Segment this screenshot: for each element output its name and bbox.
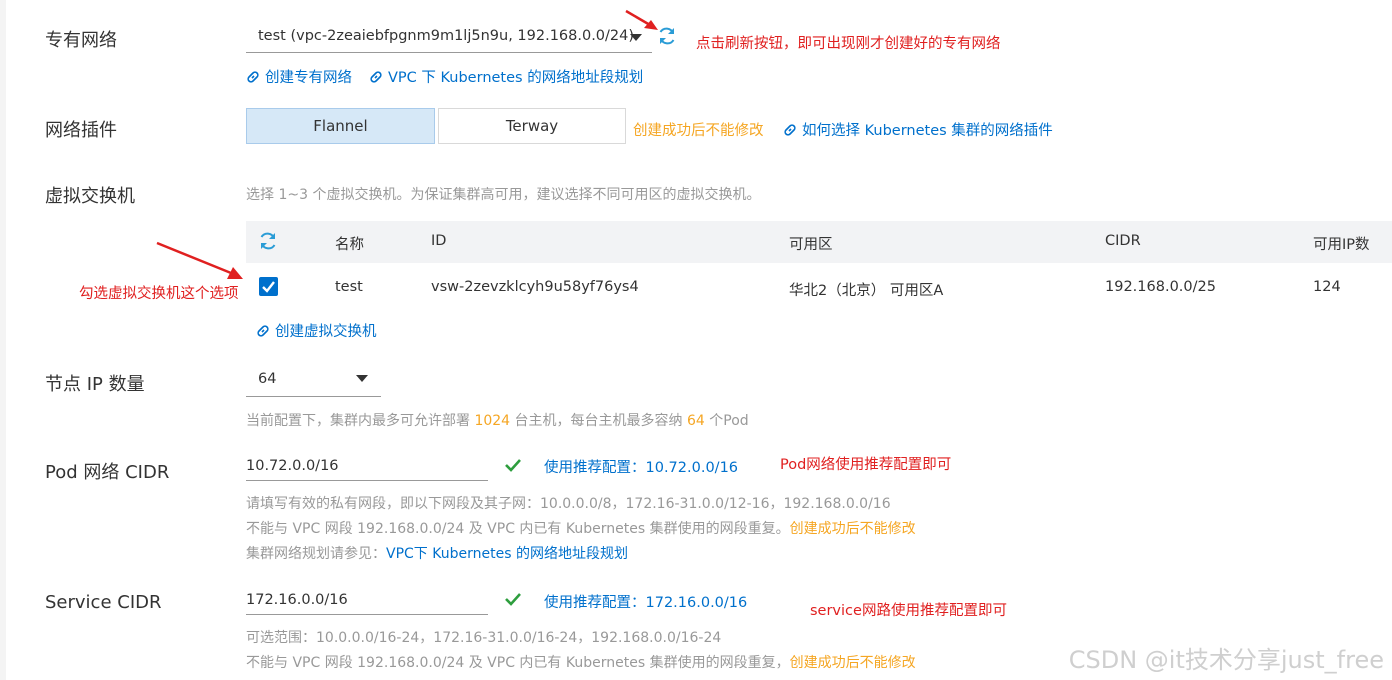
column-header-id: ID	[431, 233, 447, 249]
pod-cidr-hint-plan: 集群网络规划请参见：VPC下 Kubernetes 的网络地址段规划	[246, 543, 628, 563]
service-cidr-hint-range: 可选范围：10.0.0.0/16-24，172.16-31.0.0/16-24，…	[246, 630, 722, 646]
pod-cidr-hint-plan-text: 集群网络规划请参见：	[246, 546, 386, 562]
service-cidr-input[interactable]	[246, 586, 488, 615]
pod-cidr-input[interactable]	[246, 452, 488, 481]
vswitch-id: vsw-2zevzklcyh9u58yf76ys4	[431, 279, 639, 295]
create-vpc-link-text: 创建专有网络	[265, 70, 352, 86]
plugin-option-flannel[interactable]: Flannel	[246, 108, 435, 144]
column-header-zone: 可用区	[789, 237, 833, 253]
node-ip-hint-mid: 台主机，每台主机最多容纳	[514, 413, 683, 429]
vpc-label: 专有网络	[45, 30, 117, 51]
column-header-cidr: CIDR	[1105, 233, 1141, 249]
left-edge	[0, 0, 6, 680]
pod-cidr-label: Pod 网络 CIDR	[45, 462, 170, 483]
watermark: CSDN @it技术分享just_free	[1068, 646, 1384, 674]
create-vpc-link[interactable]: 创建专有网络	[246, 66, 352, 87]
plugin-warning: 创建成功后不能修改	[633, 123, 764, 139]
plugin-label: 网络插件	[45, 120, 117, 141]
refresh-icon[interactable]	[657, 26, 677, 46]
vswitch-label: 虚拟交换机	[45, 186, 135, 207]
node-ip-label: 节点 IP 数量	[45, 374, 145, 395]
pod-cidr-plan-link[interactable]: VPC下 Kubernetes 的网络地址段规划	[386, 546, 628, 562]
node-ip-hint-suffix: 个Pod	[709, 413, 749, 429]
link-icon	[784, 124, 796, 136]
node-ip-select-value: 64	[258, 371, 277, 387]
create-vswitch-link[interactable]: 创建虚拟交换机	[256, 320, 377, 341]
check-icon	[262, 281, 275, 293]
pod-cidr-hint-conflict-text: 不能与 VPC 网段 192.168.0.0/24 及 VPC 内已有 Kube…	[246, 521, 790, 537]
vswitch-name: test	[335, 279, 363, 295]
service-cidr-label: Service CIDR	[45, 592, 162, 613]
plugin-help-link[interactable]: 如何选择 Kubernetes 集群的网络插件	[783, 119, 1053, 140]
red-arrow-icon	[625, 9, 658, 30]
pod-cidr-hint-warning: 创建成功后不能修改	[789, 521, 916, 537]
node-ip-hint-prefix: 当前配置下，集群内最多可允许部署	[246, 413, 470, 429]
column-header-name: 名称	[335, 237, 364, 253]
service-cidr-hint-conflict-text: 不能与 VPC 网段 192.168.0.0/24 及 VPC 内已有 Kube…	[246, 655, 790, 671]
max-pods: 64	[687, 413, 705, 429]
link-icon	[247, 71, 259, 83]
plugin-help-link-text: 如何选择 Kubernetes 集群的网络插件	[802, 123, 1053, 139]
create-vswitch-link-text: 创建虚拟交换机	[275, 324, 377, 340]
service-cidr-annotation: service网路使用推荐配置即可	[810, 603, 1007, 619]
vpc-select[interactable]: test (vpc-2zeaiebfpgnm9m1lj5n9u, 192.168…	[246, 22, 652, 53]
service-cidr-hint-conflict: 不能与 VPC 网段 192.168.0.0/24 及 VPC 内已有 Kube…	[246, 652, 916, 672]
vpc-plan-link[interactable]: VPC 下 Kubernetes 的网络地址段规划	[369, 66, 643, 87]
check-icon	[505, 459, 521, 472]
vswitch-zone: 华北2（北京） 可用区A	[789, 283, 944, 299]
max-hosts: 1024	[474, 413, 511, 429]
vpc-plan-link-text: VPC 下 Kubernetes 的网络地址段规划	[388, 70, 644, 86]
table-row[interactable]: test vsw-2zevzklcyh9u58yf76ys4 华北2（北京） 可…	[246, 263, 1392, 311]
pod-cidr-annotation: Pod网络使用推荐配置即可	[780, 457, 952, 473]
service-cidr-recommend-value: 172.16.0.0/16	[645, 595, 748, 611]
caret-down-icon	[630, 34, 642, 41]
pod-cidr-hint-conflict: 不能与 VPC 网段 192.168.0.0/24 及 VPC 内已有 Kube…	[246, 518, 916, 538]
checkbox-icon[interactable]	[259, 277, 278, 296]
pod-cidr-recommend[interactable]: 使用推荐配置：10.72.0.0/16	[544, 456, 738, 477]
check-icon	[505, 593, 521, 606]
vswitch-table-header: 名称 ID 可用区 CIDR 可用IP数	[246, 221, 1392, 263]
vswitch-cidr: 192.168.0.0/25	[1105, 279, 1216, 295]
node-ip-select[interactable]: 64	[246, 364, 381, 397]
service-cidr-recommend[interactable]: 使用推荐配置：172.16.0.0/16	[544, 591, 747, 612]
node-ip-hint: 当前配置下，集群内最多可允许部署 1024 台主机，每台主机最多容纳 64 个P…	[246, 410, 749, 430]
service-cidr-hint-warning: 创建成功后不能修改	[789, 655, 916, 671]
vswitch-annotation: 勾选虚拟交换机这个选项	[79, 286, 239, 302]
vpc-annotation: 点击刷新按钮，即可出现刚才创建好的专有网络	[696, 36, 1001, 52]
link-icon	[257, 325, 269, 337]
pod-cidr-hint-range: 请填写有效的私有网段，即以下网段及其子网：10.0.0.0/8，172.16-3…	[246, 496, 891, 512]
pod-cidr-recommend-label: 使用推荐配置：	[544, 460, 646, 476]
refresh-icon[interactable]	[258, 231, 278, 251]
plugin-option-terway[interactable]: Terway	[438, 108, 626, 144]
vswitch-hint: 选择 1~3 个虚拟交换机。为保证集群高可用，建议选择不同可用区的虚拟交换机。	[246, 187, 761, 203]
link-icon	[370, 71, 382, 83]
vswitch-available-ips: 124	[1313, 279, 1341, 295]
pod-cidr-recommend-value: 10.72.0.0/16	[645, 460, 739, 476]
red-arrow-icon	[156, 241, 243, 279]
service-cidr-recommend-label: 使用推荐配置：	[544, 595, 646, 611]
column-header-available-ips: 可用IP数	[1313, 237, 1370, 253]
vpc-select-value: test (vpc-2zeaiebfpgnm9m1lj5n9u, 192.168…	[258, 28, 635, 44]
caret-down-icon	[356, 375, 368, 382]
